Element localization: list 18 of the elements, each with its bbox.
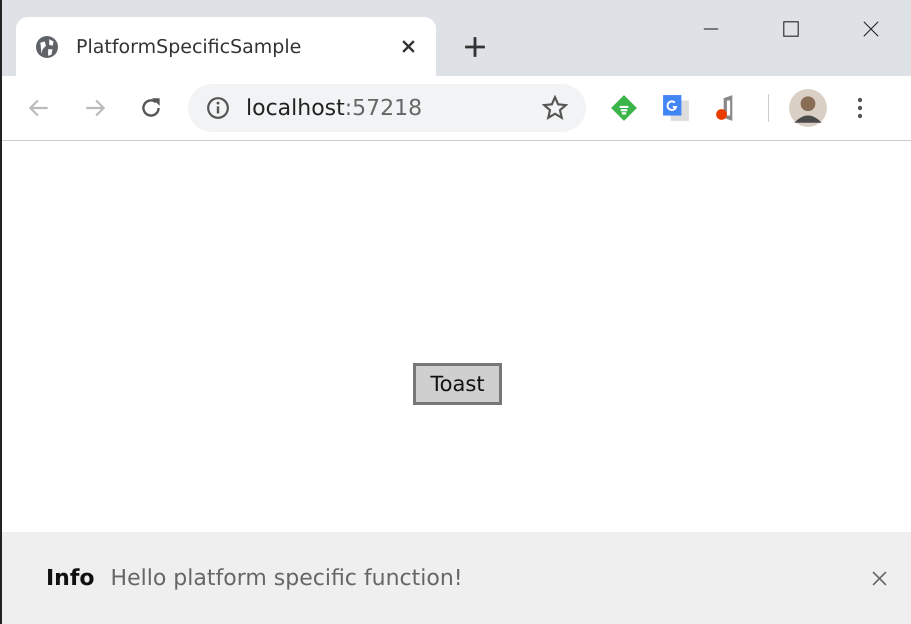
- tab-title: PlatformSpecificSample: [76, 36, 302, 58]
- notification-message: Hello platform specific function!: [110, 566, 464, 590]
- info-icon[interactable]: [206, 96, 230, 120]
- address-bar[interactable]: localhost:57218: [188, 84, 586, 132]
- star-icon[interactable]: [542, 95, 568, 121]
- browser-tab[interactable]: PlatformSpecificSample: [16, 17, 436, 76]
- globe-icon: [36, 36, 58, 58]
- avatar[interactable]: [789, 89, 827, 127]
- new-tab-icon[interactable]: [464, 36, 486, 58]
- toast-button[interactable]: Toast: [413, 362, 502, 404]
- url-text: localhost:57218: [246, 96, 424, 120]
- translate-icon[interactable]: [662, 94, 690, 122]
- close-icon[interactable]: [401, 39, 416, 54]
- menu-icon[interactable]: [857, 96, 863, 120]
- maximize-icon[interactable]: [782, 20, 800, 38]
- close-icon[interactable]: [862, 20, 880, 38]
- notification-title: Info: [46, 566, 95, 590]
- extension-icon[interactable]: [610, 94, 638, 122]
